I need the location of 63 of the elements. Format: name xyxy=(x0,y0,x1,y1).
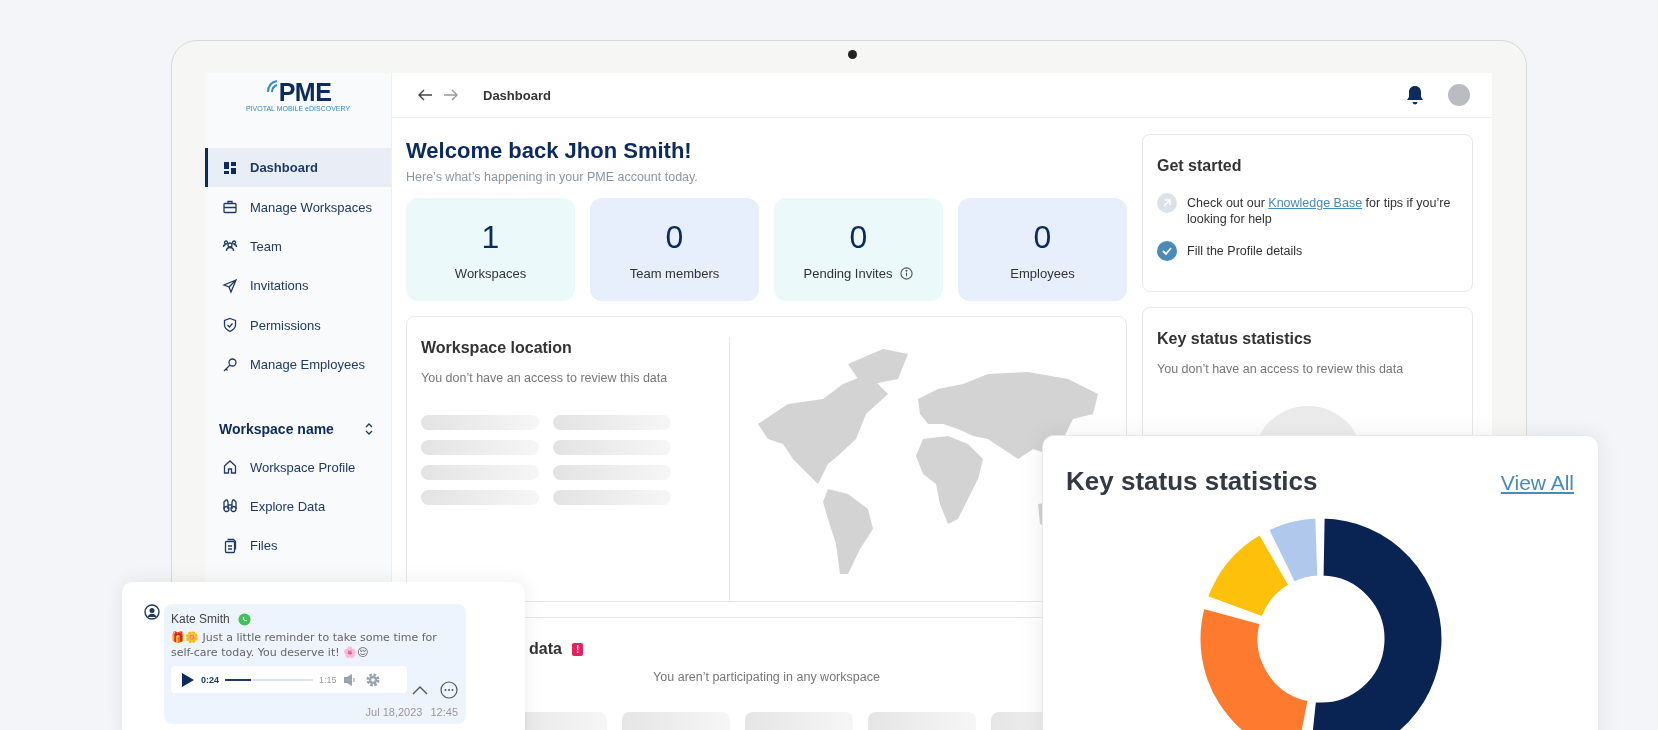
stat-label: Workspaces xyxy=(454,265,527,281)
info-icon[interactable] xyxy=(900,266,914,280)
stat-label: Pending Invites xyxy=(803,265,893,281)
nav-item[interactable]: Workspace Profile xyxy=(205,447,391,487)
message-time: 12:45 xyxy=(430,706,458,718)
camera-icon xyxy=(848,50,857,59)
house-icon xyxy=(222,459,238,476)
nav-item[interactable]: Dashboard xyxy=(205,148,391,188)
signal-icon xyxy=(264,79,279,93)
binoculars-icon xyxy=(222,498,238,515)
message-date: Jul 18,2023 xyxy=(365,706,423,718)
grid-icon xyxy=(222,159,238,176)
stat-label: Team members xyxy=(629,265,720,281)
page-title: Dashboard xyxy=(483,87,551,103)
logo: PME xyxy=(264,79,332,105)
key-icon xyxy=(222,356,238,373)
card-title: Key status statistics xyxy=(1157,330,1313,348)
access-message: You don’t have an access to review this data xyxy=(1157,362,1405,376)
duration: 1:15 xyxy=(319,674,337,685)
nav-item[interactable]: Manage Workspaces xyxy=(205,187,391,227)
statistics-title: Key status statistics xyxy=(1066,466,1318,497)
stat-label: Employees xyxy=(1010,265,1075,281)
user-icon xyxy=(144,604,160,620)
task-text: Fill the Profile details xyxy=(1187,243,1303,259)
knowledge-base-link[interactable]: Knowledge Base xyxy=(1268,196,1363,210)
nav-item[interactable]: Files xyxy=(205,526,391,566)
message-text: 🎁🌼 Just a little reminder to take some time for self-care today. You deserve it! 🌸😌 xyxy=(171,630,438,660)
nav-item[interactable]: Invitations xyxy=(205,266,391,306)
stat-value: 0 xyxy=(849,218,868,256)
participation-message: You aren’t participating in any workspace xyxy=(652,670,881,684)
chevron-up-down-icon[interactable] xyxy=(363,422,375,437)
more-icon[interactable] xyxy=(440,681,458,699)
card-title: Get started xyxy=(1157,157,1243,175)
play-icon[interactable] xyxy=(181,671,195,688)
chevron-up-icon[interactable] xyxy=(412,685,428,695)
stat-value: 1 xyxy=(481,218,500,256)
paper-plane-icon xyxy=(222,277,238,294)
elapsed-time: 0:24 xyxy=(201,674,219,685)
stat-value: 0 xyxy=(1033,218,1052,256)
stat-value: 0 xyxy=(665,218,684,256)
sender-name: Kate Smith xyxy=(171,612,230,626)
back-arrow-icon[interactable] xyxy=(417,88,433,102)
nav-item[interactable]: Explore Data xyxy=(205,486,391,527)
card-title: data xyxy=(529,640,562,658)
briefcase-icon xyxy=(222,199,238,216)
welcome-heading: Welcome back Jhon Smith! xyxy=(406,138,693,164)
view-all-link[interactable]: View All xyxy=(1500,471,1574,495)
card-title: Workspace location xyxy=(421,339,573,357)
audio-track[interactable] xyxy=(225,678,313,681)
workspace-name: Workspace name xyxy=(219,421,334,438)
access-message: You don’t have an access to review this data xyxy=(421,371,669,385)
shield-check-icon xyxy=(222,317,238,334)
forward-arrow-icon[interactable] xyxy=(443,88,459,102)
nav-item[interactable]: Permissions xyxy=(205,305,391,345)
welcome-subtitle: Here’s what’s happening in your PME account today. xyxy=(406,170,699,184)
nav-item[interactable]: Team xyxy=(205,226,391,267)
alert-badge: ! xyxy=(571,642,584,656)
chat-app-icon xyxy=(237,612,251,626)
document-icon xyxy=(222,537,238,554)
task-text: Check out our Knowledge Base for tips if you’re looking for help xyxy=(1187,195,1452,227)
bell-icon[interactable] xyxy=(1406,85,1424,105)
settings-icon[interactable] xyxy=(364,671,381,688)
nav-item[interactable]: Manage Employees xyxy=(205,344,391,385)
